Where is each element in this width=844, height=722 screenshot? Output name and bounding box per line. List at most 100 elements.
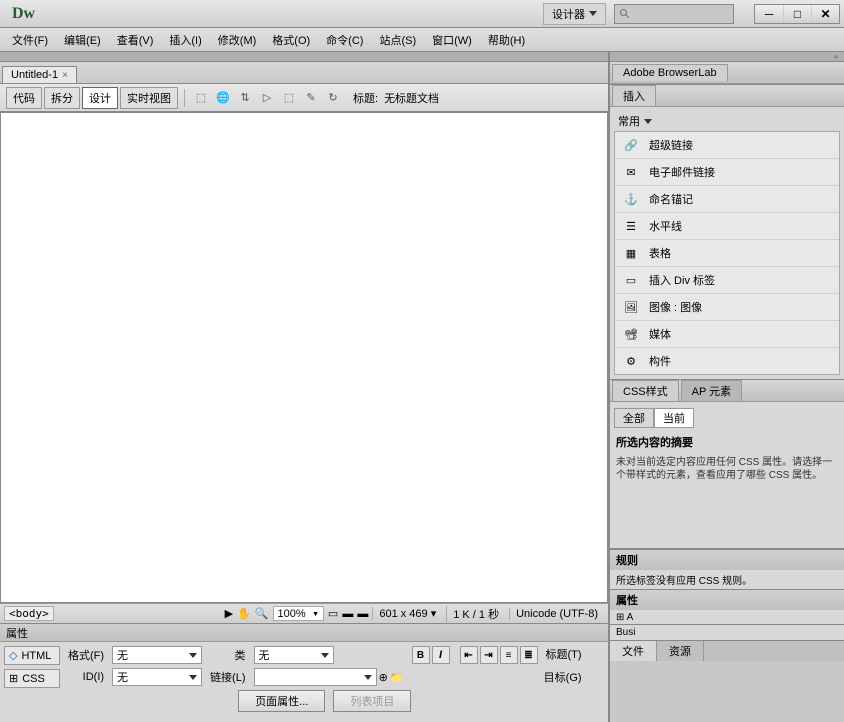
target-label: 目标(G)	[412, 669, 582, 685]
rules-text: 所选标签没有应用 CSS 规则。	[610, 570, 844, 589]
insert-hr[interactable]: ☰水平线	[615, 213, 839, 240]
status-dimensions[interactable]: 601 x 469 ▾	[372, 607, 442, 620]
menu-insert[interactable]: 插入(I)	[161, 29, 209, 51]
tag-selector[interactable]: <body>	[4, 606, 54, 621]
workspace-switcher[interactable]: 设计器	[543, 3, 606, 25]
insert-table[interactable]: ▦表格	[615, 240, 839, 267]
menu-commands[interactable]: 命令(C)	[318, 29, 371, 51]
document-toolbar: 代码 拆分 设计 实时视图 ⬚ 🌐 ⇅ ▷ ⬚ ✎ ↻ 标题: 无标题文档	[0, 84, 608, 112]
insert-tab[interactable]: 插入	[612, 85, 656, 106]
ul-button[interactable]: ≡	[500, 646, 518, 664]
css-styles-tab[interactable]: CSS样式	[612, 380, 679, 401]
css-summary-text: 未对当前选定内容应用任何 CSS 属性。请选择一个带样式的元素，查看应用了哪些 …	[610, 454, 844, 484]
zoom-tool-icon[interactable]: 🔍	[255, 607, 269, 620]
status-bar: <body> ▶ ✋ 🔍 100% ▾ ▭ ▬ ▬ 601 x 469 ▾ 1 …	[0, 603, 608, 623]
link-select[interactable]	[254, 668, 377, 686]
table-icon: ▦	[623, 245, 639, 261]
menu-help[interactable]: 帮助(H)	[480, 29, 533, 51]
browserlab-tab[interactable]: Adobe BrowserLab	[612, 64, 728, 81]
design-canvas[interactable]	[0, 112, 608, 603]
view-mode-icon-2[interactable]: ▬	[342, 608, 353, 620]
insert-email[interactable]: ✉电子邮件链接	[615, 159, 839, 186]
toolbar-icon-4[interactable]: ▷	[257, 89, 277, 107]
toolbar-icon-3[interactable]: ⇅	[235, 89, 255, 107]
menu-bar: 文件(F) 编辑(E) 查看(V) 插入(I) 修改(M) 格式(O) 命令(C…	[0, 28, 844, 52]
media-icon: 📽	[623, 326, 639, 342]
css-current-tab[interactable]: 当前	[654, 408, 694, 428]
properties-header[interactable]: 属性	[0, 624, 608, 642]
globe-icon[interactable]: 🌐	[213, 89, 233, 107]
link-label: 链接(L)	[210, 669, 245, 685]
id-select[interactable]: 无	[112, 668, 202, 686]
insert-widget[interactable]: ⚙构件	[615, 348, 839, 374]
close-tab-icon[interactable]: ×	[62, 70, 68, 81]
minimize-button[interactable]: ─	[755, 5, 783, 23]
image-icon: 🖼	[623, 299, 639, 315]
insert-panel: 插入 常用 🔗超级链接 ✉电子邮件链接 ⚓命名锚记 ☰水平线 ▦表格 ▭插入 D…	[610, 85, 844, 380]
view-mode-icon-3[interactable]: ▬	[357, 608, 368, 620]
chevron-down-icon	[589, 11, 597, 16]
document-tab-label: Untitled-1	[11, 69, 58, 81]
pointer-tool-icon[interactable]: ▶	[225, 607, 233, 620]
design-view-button[interactable]: 设计	[82, 87, 118, 109]
menu-format[interactable]: 格式(O)	[264, 29, 318, 51]
title-value[interactable]: 无标题文档	[384, 90, 439, 106]
css-mode-button[interactable]: ⊞CSS	[4, 669, 60, 688]
class-label: 类	[210, 647, 245, 663]
rules-panel: 规则 所选标签没有应用 CSS 规则。	[610, 549, 844, 589]
refresh-icon[interactable]: ↻	[323, 89, 343, 107]
ap-elements-tab[interactable]: AP 元素	[681, 380, 743, 401]
split-view-button[interactable]: 拆分	[44, 87, 80, 109]
code-view-button[interactable]: 代码	[6, 87, 42, 109]
toolbar-icon-1[interactable]: ⬚	[191, 89, 211, 107]
business-panel: Busi	[610, 624, 844, 640]
properties-panel: 属性 ◇HTML ⊞CSS 格式(F) 无 类 无 B I	[0, 623, 608, 722]
close-button[interactable]: ✕	[811, 5, 839, 23]
menu-edit[interactable]: 编辑(E)	[56, 29, 109, 51]
bold-button[interactable]: B	[412, 646, 430, 664]
menu-file[interactable]: 文件(F)	[4, 29, 56, 51]
files-tab[interactable]: 文件	[610, 641, 657, 661]
format-select[interactable]: 无	[112, 646, 202, 664]
insert-anchor[interactable]: ⚓命名锚记	[615, 186, 839, 213]
insert-media[interactable]: 📽媒体	[615, 321, 839, 348]
html-mode-button[interactable]: ◇HTML	[4, 646, 60, 665]
page-properties-button[interactable]: 页面属性...	[238, 690, 325, 712]
class-select[interactable]: 无	[254, 646, 334, 664]
maximize-button[interactable]: □	[783, 5, 811, 23]
business-label[interactable]: Busi	[610, 625, 844, 640]
css-all-tab[interactable]: 全部	[614, 408, 654, 428]
insert-image[interactable]: 🖼图像 : 图像	[615, 294, 839, 321]
menu-window[interactable]: 窗口(W)	[424, 29, 480, 51]
document-tabs: Untitled-1 ×	[0, 62, 608, 84]
rules-header[interactable]: 规则	[610, 550, 844, 570]
insert-category[interactable]: 常用	[610, 111, 844, 131]
title-label: 标题:	[353, 90, 378, 106]
toolbar-icon-6[interactable]: ✎	[301, 89, 321, 107]
browse-folder-icon[interactable]: 📁	[390, 671, 404, 684]
insert-div[interactable]: ▭插入 Div 标签	[615, 267, 839, 294]
properties2-header[interactable]: 属性	[610, 590, 844, 610]
zoom-select[interactable]: 100% ▾	[273, 606, 324, 621]
menu-modify[interactable]: 修改(M)	[210, 29, 265, 51]
title-bar: Dw 设计器 ─ □ ✕	[0, 0, 844, 28]
menu-site[interactable]: 站点(S)	[371, 29, 424, 51]
indent-button[interactable]: ⇥	[480, 646, 498, 664]
outdent-button[interactable]: ⇤	[460, 646, 478, 664]
view-mode-icon[interactable]: ▭	[328, 607, 338, 620]
insert-hyperlink[interactable]: 🔗超级链接	[615, 132, 839, 159]
search-input[interactable]	[614, 4, 734, 24]
menu-view[interactable]: 查看(V)	[109, 29, 162, 51]
anchor-icon: ⚓	[623, 191, 639, 207]
hand-tool-icon[interactable]: ✋	[237, 607, 251, 620]
point-to-file-icon[interactable]: ⊕	[379, 671, 388, 684]
assets-tab[interactable]: 资源	[657, 641, 704, 661]
browserlab-panel: Adobe BrowserLab	[610, 62, 844, 85]
document-tab[interactable]: Untitled-1 ×	[2, 66, 77, 83]
properties2-panel: 属性 ⊞ A	[610, 589, 844, 624]
live-view-button[interactable]: 实时视图	[120, 87, 178, 109]
css-summary-title: 所选内容的摘要	[610, 430, 844, 454]
italic-button[interactable]: I	[432, 646, 450, 664]
toolbar-icon-5[interactable]: ⬚	[279, 89, 299, 107]
ol-button[interactable]: ≣	[520, 646, 538, 664]
